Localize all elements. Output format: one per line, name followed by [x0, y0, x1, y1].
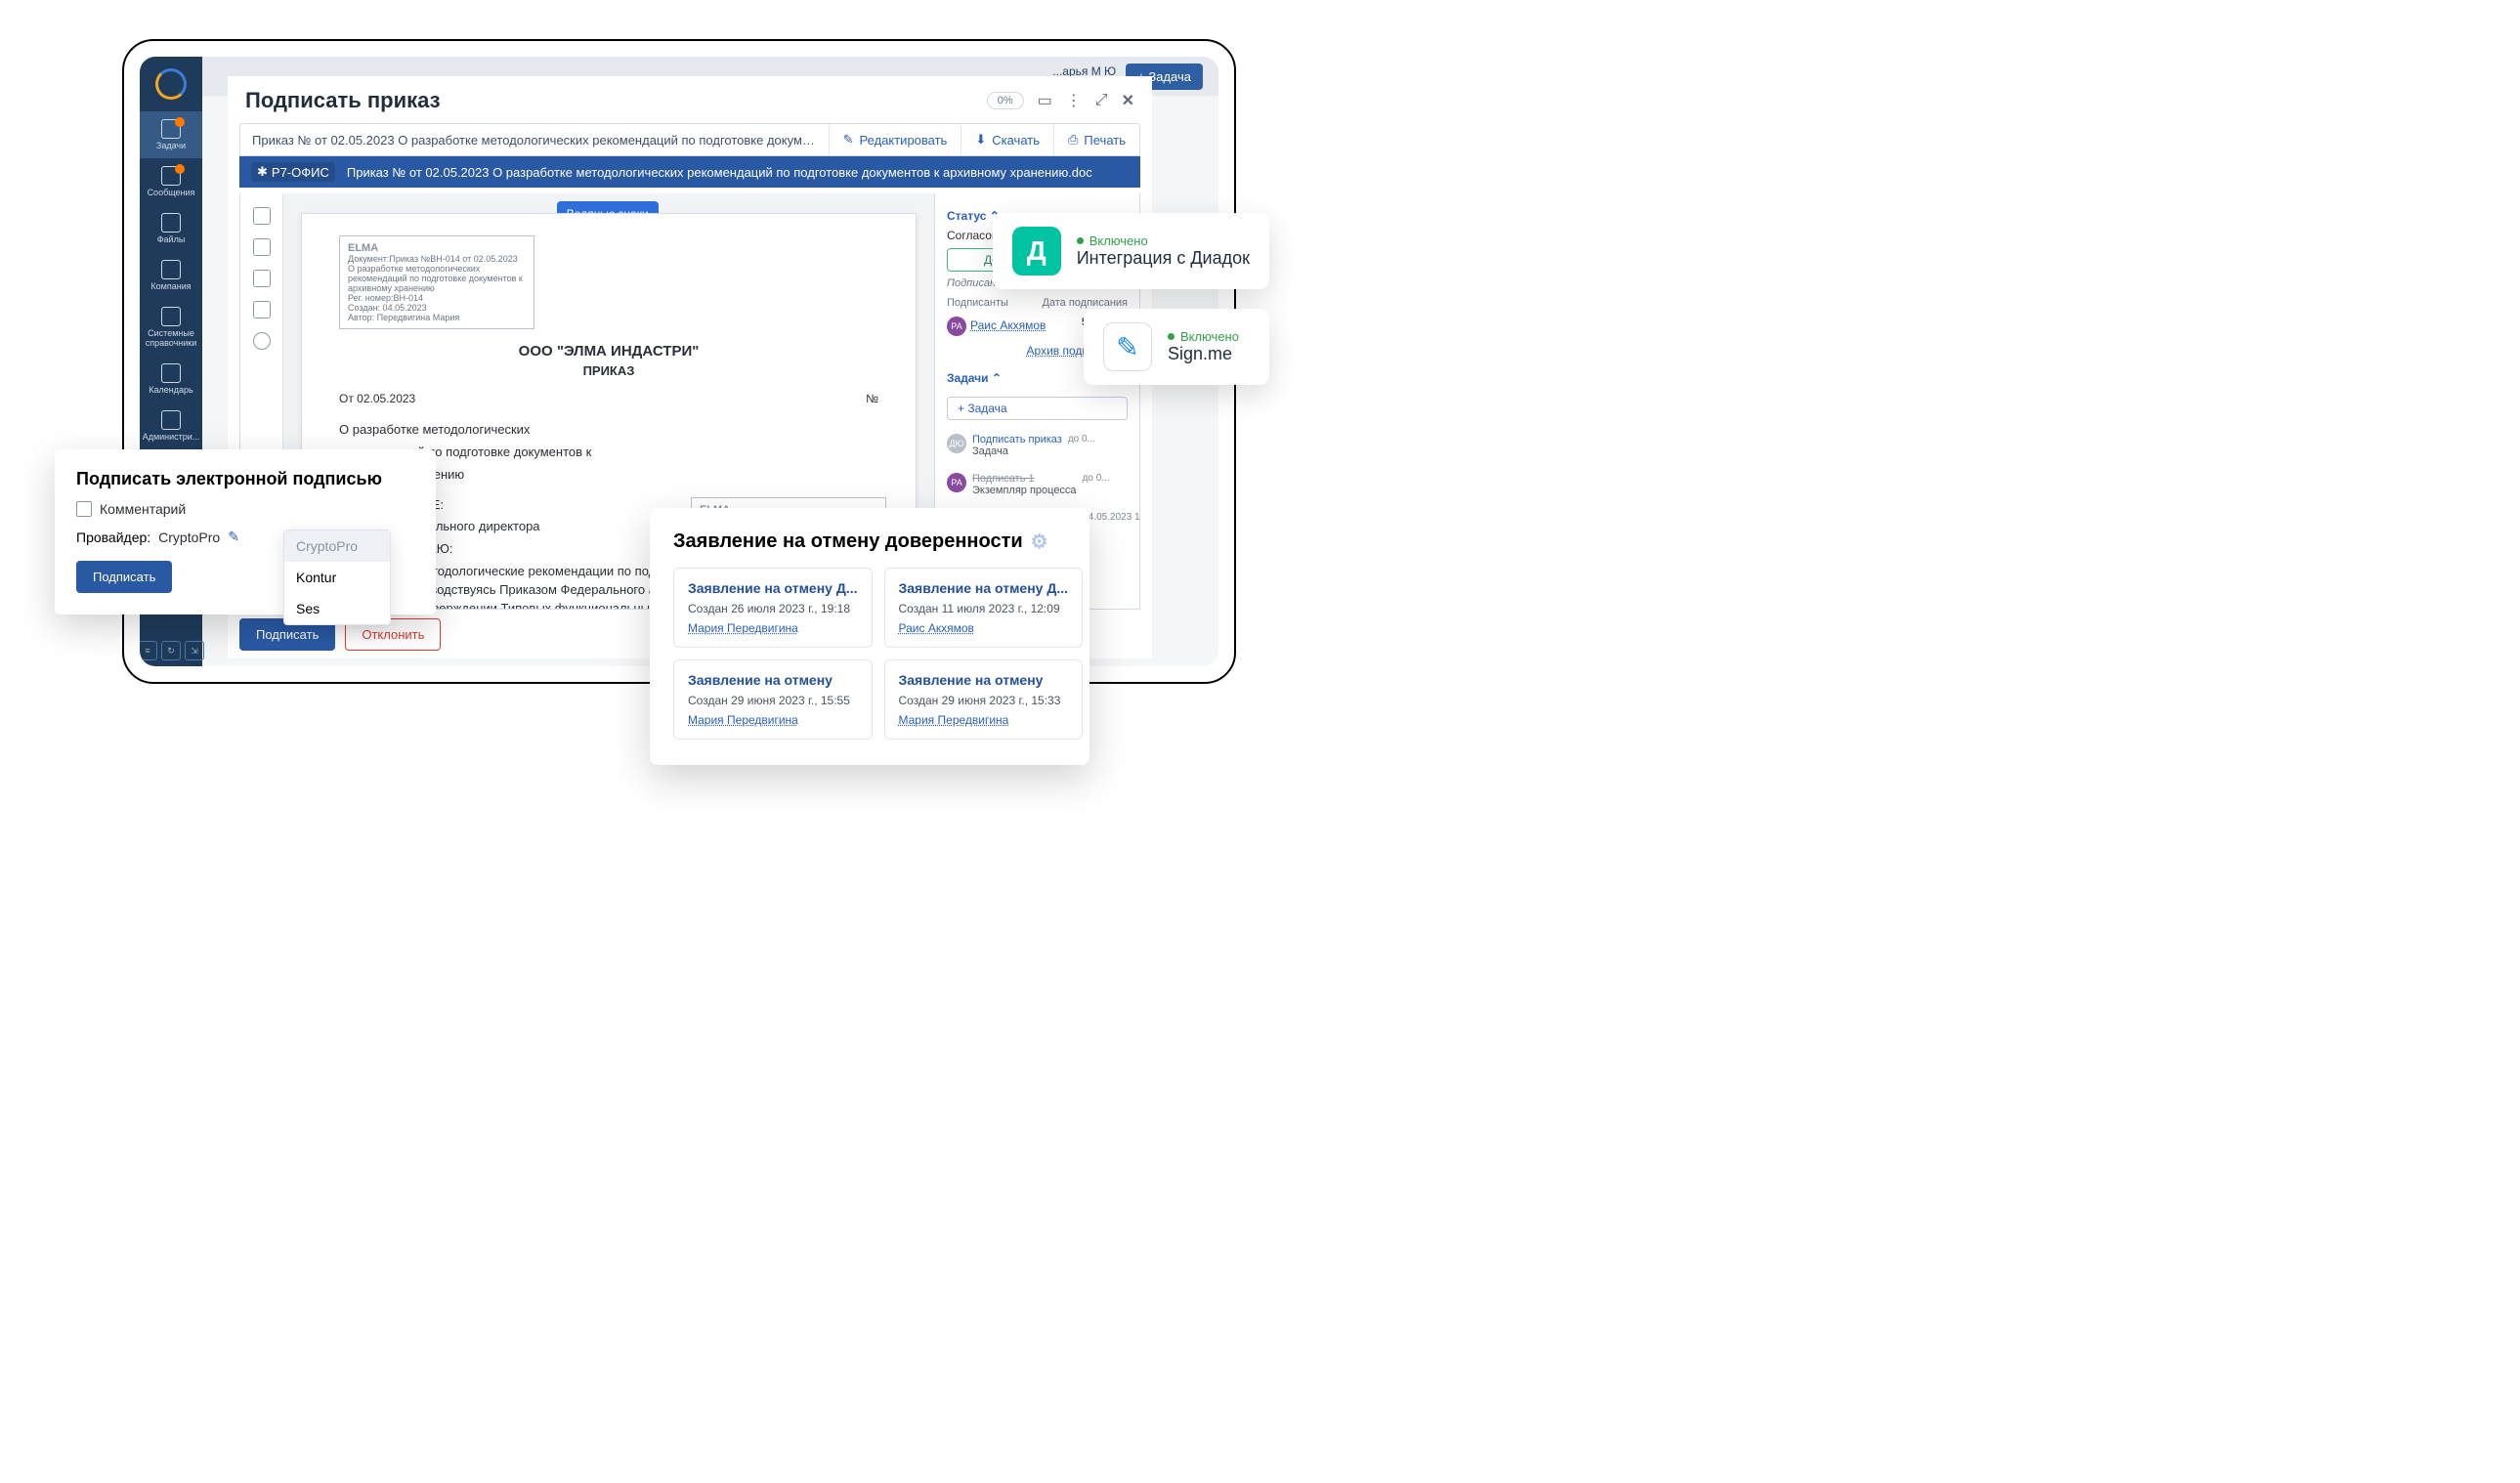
- comment-icon[interactable]: [253, 238, 271, 256]
- expand-icon[interactable]: ⤢: [1095, 92, 1108, 109]
- gear-icon[interactable]: ⚙: [1031, 530, 1048, 554]
- cancellation-title: Заявление на отмену доверенности⚙: [673, 530, 1066, 554]
- book-icon: [161, 307, 181, 326]
- crumb-bar: Приказ № от 02.05.2023 О разработке мето…: [239, 123, 1140, 156]
- doc-kind: ПРИКАЗ: [339, 363, 878, 378]
- esign-submit-button[interactable]: Подписать: [76, 561, 172, 593]
- doc-subject-1: О разработке методологических: [339, 421, 878, 440]
- modal-header: Подписать приказ 0% ▭ ⋮ ⤢ ✕: [228, 76, 1152, 123]
- office-title-bar: ✱ Р7-ОФИС Приказ № от 02.05.2023 О разра…: [239, 156, 1140, 188]
- rail-item-files[interactable]: Файлы: [140, 205, 202, 252]
- r7-badge: ✱ Р7-ОФИС: [251, 162, 335, 182]
- file-icon: [161, 213, 181, 233]
- integration-status: Включено: [1168, 329, 1239, 344]
- chat-icon: [161, 166, 181, 186]
- request-card[interactable]: Заявление на отмену Создан 29 июня 2023 …: [884, 659, 1084, 740]
- provider-option[interactable]: CryptoPro: [284, 530, 390, 562]
- cancellation-popover: Заявление на отмену доверенности⚙ Заявле…: [650, 508, 1089, 765]
- rail-label: Сообщения: [148, 188, 195, 197]
- pencil-icon: ✎: [843, 132, 854, 148]
- tool-download[interactable]: ⬇Скачать: [961, 124, 1053, 155]
- author-link[interactable]: Раис Акхямов: [899, 621, 1069, 635]
- rail-label: Календарь: [149, 385, 192, 395]
- esign-title: Подписать электронной подписью: [76, 469, 414, 489]
- provider-option[interactable]: Ses: [284, 593, 390, 624]
- elma-logo-icon: ELMA: [348, 242, 378, 254]
- info-icon[interactable]: [253, 332, 271, 350]
- avatar-icon: РА: [947, 317, 966, 336]
- form-icon[interactable]: [253, 270, 271, 287]
- progress-pill: 0%: [987, 92, 1024, 109]
- rail-controls-2: ≡ ↻ ⇲: [140, 635, 210, 666]
- doc-org: ООО "ЭЛМА ИНДАСТРИ": [339, 343, 878, 360]
- avatar-icon: ДЮ: [947, 434, 966, 453]
- request-card[interactable]: Заявление на отмену Д... Создан 26 июля …: [673, 568, 873, 648]
- tool-print[interactable]: ⎙Печать: [1053, 124, 1139, 155]
- calendar-icon: [161, 363, 181, 383]
- rail-label: Администри...: [143, 432, 200, 442]
- rail-item-tasks[interactable]: Задачи: [140, 111, 202, 158]
- add-task-button[interactable]: + Задача: [947, 397, 1128, 420]
- edit-provider-icon[interactable]: ✎: [228, 529, 239, 545]
- integration-card-signme: ✎ Включено Sign.me: [1084, 309, 1269, 385]
- rail-label: Системные справочники: [144, 328, 198, 348]
- avatar-icon: РА: [947, 473, 966, 492]
- provider-value: CryptoPro: [158, 530, 220, 545]
- author-link[interactable]: Мария Передвигина: [688, 621, 858, 635]
- provider-option[interactable]: Kontur: [284, 562, 390, 593]
- book-open-icon[interactable]: ▭: [1038, 91, 1052, 110]
- crumb-title: Приказ № от 02.05.2023 О разработке мето…: [240, 125, 829, 155]
- rail-item-admin[interactable]: Администри...: [140, 403, 202, 449]
- signer-link[interactable]: Раис Акхямов: [970, 318, 1046, 332]
- search-icon[interactable]: [253, 207, 271, 225]
- rail-label: Компания: [150, 281, 191, 291]
- author-link[interactable]: Мария Передвигина: [688, 713, 858, 727]
- diadoc-icon: Д: [1012, 227, 1061, 275]
- provider-dropdown: CryptoPro Kontur Ses: [283, 530, 391, 625]
- close-icon[interactable]: ✕: [1122, 91, 1134, 110]
- cancellation-grid: Заявление на отмену Д... Создан 26 июля …: [673, 568, 1066, 740]
- more-icon[interactable]: ⋮: [1066, 91, 1082, 110]
- request-card[interactable]: Заявление на отмену Д... Создан 11 июля …: [884, 568, 1084, 648]
- rail-item-calendar[interactable]: Календарь: [140, 356, 202, 403]
- link-icon[interactable]: ⇲: [185, 641, 204, 660]
- doc-filename: Приказ № от 02.05.2023 О разработке мето…: [347, 165, 1129, 180]
- integration-card-diadoc: Д Включено Интеграция с Диадок: [993, 213, 1269, 289]
- gear-icon: [161, 410, 181, 430]
- rail-item-directories[interactable]: Системные справочники: [140, 299, 202, 356]
- task-item[interactable]: ДЮ Подписать приказ Задача до 0...: [947, 434, 1128, 457]
- integration-title: Интеграция с Диадок: [1077, 248, 1250, 269]
- task-item[interactable]: РА Подписать 1 Экземпляр процесса до 0..…: [947, 473, 1128, 496]
- people-icon: [161, 260, 181, 279]
- checkbox-icon: [76, 501, 92, 517]
- doc-date: От 02.05.2023: [339, 392, 415, 405]
- signers-head: Подписанты: [947, 297, 1008, 309]
- menu-icon[interactable]: ≡: [140, 641, 157, 660]
- download-icon: ⬇: [975, 132, 986, 148]
- esign-popover: Подписать электронной подписью Комментар…: [55, 449, 436, 614]
- author-link[interactable]: Мария Передвигина: [899, 713, 1069, 727]
- tool-edit[interactable]: ✎Редактировать: [829, 124, 961, 155]
- rail-label: Файлы: [157, 234, 186, 244]
- modal-title: Подписать приказ: [245, 88, 441, 113]
- rail-item-company[interactable]: Компания: [140, 252, 202, 299]
- stamp-icon[interactable]: [253, 301, 271, 318]
- comment-checkbox[interactable]: Комментарий: [76, 501, 414, 517]
- rail-label: Задачи: [156, 141, 186, 150]
- integration-title: Sign.me: [1168, 344, 1239, 364]
- signme-icon: ✎: [1103, 322, 1152, 371]
- clipboard-icon: [161, 119, 181, 139]
- rail-item-messages[interactable]: Сообщения: [140, 158, 202, 205]
- reg-stamp-top: ELMA Документ:Приказ №ВН-014 от 02.05.20…: [339, 235, 534, 329]
- app-logo-icon: [155, 68, 187, 100]
- doc-num-label: №: [866, 392, 878, 405]
- integration-status: Включено: [1077, 233, 1250, 248]
- signdate-head: Дата подписания: [1042, 297, 1128, 309]
- request-card[interactable]: Заявление на отмену Создан 29 июня 2023 …: [673, 659, 873, 740]
- refresh-icon[interactable]: ↻: [161, 641, 181, 660]
- print-icon: ⎙: [1068, 132, 1078, 148]
